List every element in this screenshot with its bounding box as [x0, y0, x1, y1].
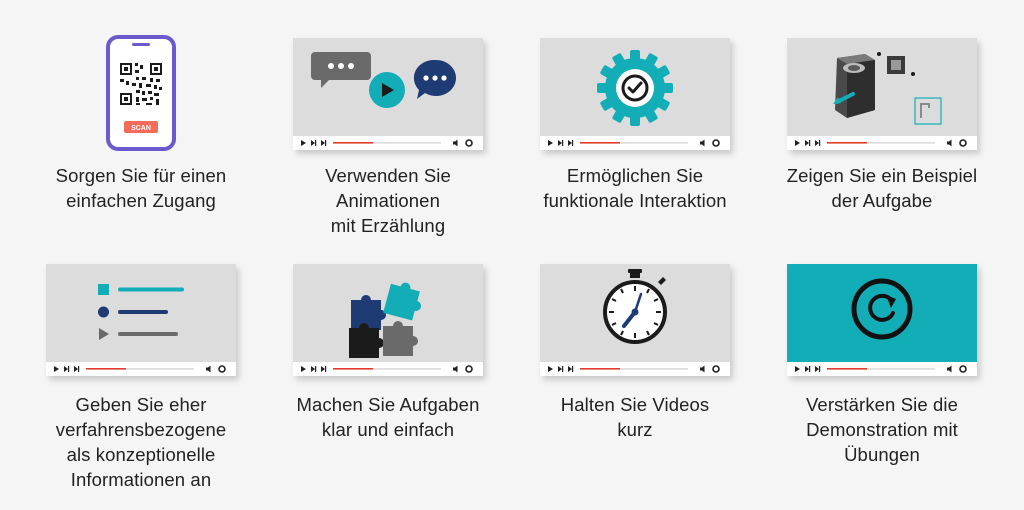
volume-icon[interactable]	[453, 139, 458, 147]
video-controls[interactable]	[540, 136, 730, 150]
settings-gear-icon[interactable]	[712, 365, 720, 373]
caption-interaction: Ermöglichen Sie funktionale Interaktion	[543, 165, 727, 211]
skip-icon[interactable]	[805, 140, 811, 146]
player-controls-icons	[795, 139, 967, 147]
settings-gear-icon[interactable]	[465, 139, 473, 147]
caption-example: Zeigen Sie ein Beispiel der Aufgabe	[786, 165, 978, 211]
video-card-procedural[interactable]	[46, 264, 236, 376]
skip-icon[interactable]	[64, 366, 70, 372]
volume-icon[interactable]	[947, 365, 952, 373]
stopwatch-icon	[603, 269, 667, 344]
play-icon[interactable]	[795, 140, 800, 146]
next-icon[interactable]	[568, 366, 574, 372]
player-controls-icons	[301, 365, 473, 373]
progress-fill	[580, 368, 620, 370]
settings-gear-icon[interactable]	[959, 139, 967, 147]
video-card-animation[interactable]	[293, 38, 483, 150]
progress-fill	[86, 368, 126, 370]
settings-gear-icon[interactable]	[959, 365, 967, 373]
video-controls[interactable]	[46, 362, 236, 376]
player-controls-icons	[548, 365, 720, 373]
camera-assembly-icon	[833, 52, 942, 125]
volume-icon[interactable]	[206, 365, 211, 373]
player-controls-icons	[548, 139, 720, 147]
play-icon[interactable]	[54, 366, 59, 372]
skip-icon[interactable]	[311, 140, 317, 146]
caption-practice: Verstärken Sie die Demonstration mit Übu…	[806, 394, 958, 465]
video-controls[interactable]	[293, 362, 483, 376]
skip-icon[interactable]	[558, 366, 564, 372]
video-controls[interactable]	[787, 362, 977, 376]
speech-bubbles-play-icon	[311, 52, 457, 108]
list-icon	[98, 284, 184, 340]
skip-icon[interactable]	[311, 366, 317, 372]
settings-gear-icon[interactable]	[218, 365, 226, 373]
caption-tasks: Machen Sie Aufgaben klar und einfach	[296, 394, 480, 440]
next-icon[interactable]	[815, 140, 821, 146]
caption-animations: Verwenden Sie Animationen mit Erzählung	[325, 165, 451, 236]
volume-icon[interactable]	[453, 365, 458, 373]
volume-icon[interactable]	[700, 139, 705, 147]
video-card-interaction[interactable]	[540, 38, 730, 150]
next-icon[interactable]	[321, 366, 327, 372]
video-controls[interactable]	[540, 362, 730, 376]
next-icon[interactable]	[815, 366, 821, 372]
next-icon[interactable]	[568, 140, 574, 146]
player-controls-icons	[301, 139, 473, 147]
gear-check-icon	[597, 50, 673, 126]
video-controls[interactable]	[293, 136, 483, 150]
play-icon[interactable]	[301, 366, 306, 372]
next-icon[interactable]	[321, 140, 327, 146]
play-icon[interactable]	[301, 140, 306, 146]
video-card-example[interactable]	[787, 38, 977, 150]
caption-procedural: Geben Sie eher verfahrensbezogene als ko…	[55, 394, 227, 490]
player-controls-icons	[54, 365, 226, 373]
volume-icon[interactable]	[947, 139, 952, 147]
puzzle-icon	[349, 282, 422, 358]
settings-gear-icon[interactable]	[712, 139, 720, 147]
progress-fill	[580, 142, 620, 144]
caption-easy-access: Sorgen Sie für einen einfachen Zugang	[55, 165, 227, 211]
caption-short: Halten Sie Videos kurz	[560, 394, 710, 440]
video-controls[interactable]	[787, 136, 977, 150]
settings-gear-icon[interactable]	[465, 365, 473, 373]
play-icon[interactable]	[548, 140, 553, 146]
scan-button-label: SCAN	[131, 125, 151, 132]
video-card-short[interactable]	[540, 264, 730, 376]
next-icon[interactable]	[74, 366, 80, 372]
play-icon[interactable]	[548, 366, 553, 372]
progress-fill	[333, 142, 373, 144]
skip-icon[interactable]	[558, 140, 564, 146]
progress-fill	[333, 368, 373, 370]
progress-fill	[827, 142, 867, 144]
replay-icon	[851, 278, 913, 340]
qr-phone-icon: SCAN	[106, 35, 176, 156]
video-card-practice[interactable]	[787, 264, 977, 376]
progress-fill	[827, 368, 867, 370]
volume-icon[interactable]	[700, 365, 705, 373]
skip-icon[interactable]	[805, 366, 811, 372]
player-controls-icons	[795, 365, 967, 373]
play-icon[interactable]	[795, 366, 800, 372]
video-card-tasks[interactable]	[293, 264, 483, 376]
